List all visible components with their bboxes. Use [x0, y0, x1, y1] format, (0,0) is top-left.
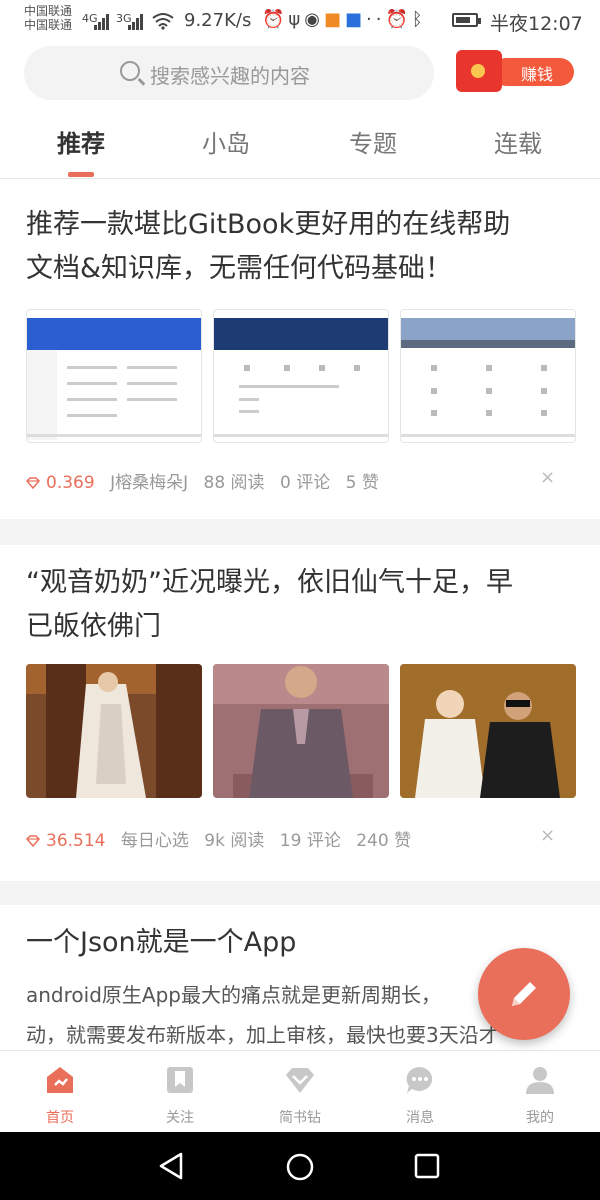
nav-home[interactable]: 首页	[0, 1051, 120, 1133]
home-icon	[47, 1067, 73, 1093]
dismiss-icon[interactable]: ×	[540, 825, 555, 846]
chat-icon	[406, 1066, 433, 1093]
user-icon	[526, 1067, 554, 1094]
nav-diamond[interactable]: 简书钻	[240, 1051, 360, 1133]
network-speed: 9.27K/s	[184, 10, 252, 31]
nav-profile[interactable]: 我的	[480, 1051, 600, 1133]
bookmark-icon	[167, 1067, 193, 1093]
alarm-icon-2: ⏰	[385, 9, 412, 30]
status-bar: 中国联通 中国联通 4G 3G 9.27K/s ⏰ψ◉■■··⏰ᛒ 半夜12:0…	[0, 0, 600, 42]
earn-button[interactable]: 赚钱	[456, 46, 578, 96]
red-envelope-icon	[456, 50, 502, 92]
tab-island[interactable]: 小岛	[171, 124, 281, 159]
bottom-navigation: 首页 关注 简书钻 消息 我的	[0, 1050, 600, 1133]
carrier-2: 中国联通	[24, 18, 73, 32]
carrier-labels: 中国联通 中国联通	[24, 4, 72, 32]
diamond-icon	[26, 835, 40, 847]
app-notification-icon-3: ■	[345, 9, 367, 30]
article-thumbnails	[26, 664, 576, 798]
nav-follow-label: 关注	[166, 1110, 194, 1126]
nav-messages[interactable]: 消息	[360, 1051, 480, 1133]
screenshot-thumbnail[interactable]	[400, 309, 576, 443]
article-card[interactable]: “观音奶奶”近况曝光，依旧仙气十足，早 已皈依佛门 36.514 每日心选 9k…	[0, 545, 600, 881]
nav-home-label: 首页	[46, 1110, 74, 1126]
article-title-line: 已皈依佛门	[26, 611, 161, 642]
earn-label: 赚钱	[520, 65, 553, 84]
battery-level	[456, 17, 470, 23]
clock: 半夜12:07	[490, 13, 583, 35]
article-comments: 19 评论	[279, 831, 341, 851]
article-comments: 0 评论	[279, 473, 331, 493]
signal-icon-2	[128, 14, 143, 30]
article-price: 0.369	[46, 473, 95, 493]
bluetooth-icon: ᛒ	[411, 9, 427, 30]
article-title-line: 文档&知识库，无需任何代码基础！	[26, 253, 453, 284]
article-author[interactable]: J榕桑梅朵J	[110, 473, 188, 493]
dismiss-icon[interactable]: ×	[540, 467, 555, 488]
search-bar[interactable]: 搜索感兴趣的内容	[24, 46, 434, 100]
photo-thumbnail[interactable]	[400, 664, 576, 798]
photo-thumbnail[interactable]	[213, 664, 389, 798]
app-notification-icon: ◉	[304, 9, 325, 30]
write-article-button[interactable]	[478, 948, 570, 1040]
article-reads: 88 阅读	[203, 473, 265, 493]
signal-icon	[94, 14, 109, 30]
active-tab-indicator	[68, 172, 94, 177]
usb-icon: ψ	[288, 9, 305, 30]
carrier-1: 中国联通	[24, 4, 73, 18]
article-likes: 240 赞	[356, 831, 412, 851]
article-thumbnails	[26, 309, 576, 443]
status-icons: ⏰ψ◉■■··⏰ᛒ	[262, 9, 427, 30]
article-title[interactable]: 推荐一款堪比GitBook更好用的在线帮助 文档&知识库，无需任何代码基础！	[26, 203, 578, 291]
app-notification-icon-2: ■	[324, 9, 346, 30]
home-circle-icon[interactable]	[285, 1152, 315, 1182]
screenshot-thumbnail[interactable]	[213, 309, 389, 443]
article-card[interactable]: 推荐一款堪比GitBook更好用的在线帮助 文档&知识库，无需任何代码基础！ 0…	[0, 179, 600, 519]
search-icon	[120, 61, 140, 81]
article-author[interactable]: 每日心选	[121, 831, 189, 851]
tab-serial[interactable]: 连载	[463, 124, 573, 159]
search-input[interactable]: 搜索感兴趣的内容	[150, 60, 310, 89]
article-price: 36.514	[46, 831, 106, 851]
recent-apps-icon[interactable]	[414, 1153, 440, 1179]
article-meta: 0.369 J榕桑梅朵J 88 阅读 0 评论 5 赞	[26, 468, 379, 493]
category-tabs: 推荐 小岛 专题 连载	[0, 112, 600, 179]
diamond-icon	[286, 1068, 314, 1093]
wifi-icon	[152, 13, 174, 30]
photo-thumbnail[interactable]	[26, 664, 202, 798]
pencil-icon	[512, 982, 536, 1006]
more-dots-icon: ··	[366, 9, 386, 30]
nav-profile-label: 我的	[526, 1110, 554, 1126]
screenshot-thumbnail[interactable]	[26, 309, 202, 443]
article-feed[interactable]: 推荐一款堪比GitBook更好用的在线帮助 文档&知识库，无需任何代码基础！ 0…	[0, 179, 600, 1049]
article-meta: 36.514 每日心选 9k 阅读 19 评论 240 赞	[26, 826, 411, 851]
article-likes: 5 赞	[345, 473, 379, 493]
article-title[interactable]: “观音奶奶”近况曝光，依旧仙气十足，早 已皈依佛门	[26, 561, 578, 649]
nav-follow[interactable]: 关注	[120, 1051, 240, 1133]
back-icon[interactable]	[158, 1152, 184, 1180]
article-title-line: 推荐一款堪比GitBook更好用的在线帮助	[26, 209, 511, 240]
tab-recommend[interactable]: 推荐	[26, 124, 136, 159]
tab-topics[interactable]: 专题	[318, 124, 428, 159]
nav-messages-label: 消息	[406, 1110, 434, 1126]
alarm-icon: ⏰	[262, 9, 289, 30]
battery-icon	[452, 13, 481, 27]
diamond-icon	[26, 477, 40, 489]
nav-diamond-label: 简书钻	[279, 1110, 321, 1126]
system-navigation-bar	[0, 1132, 600, 1200]
article-reads: 9k 阅读	[204, 831, 265, 851]
article-title-line: “观音奶奶”近况曝光，依旧仙气十足，早	[26, 567, 513, 598]
